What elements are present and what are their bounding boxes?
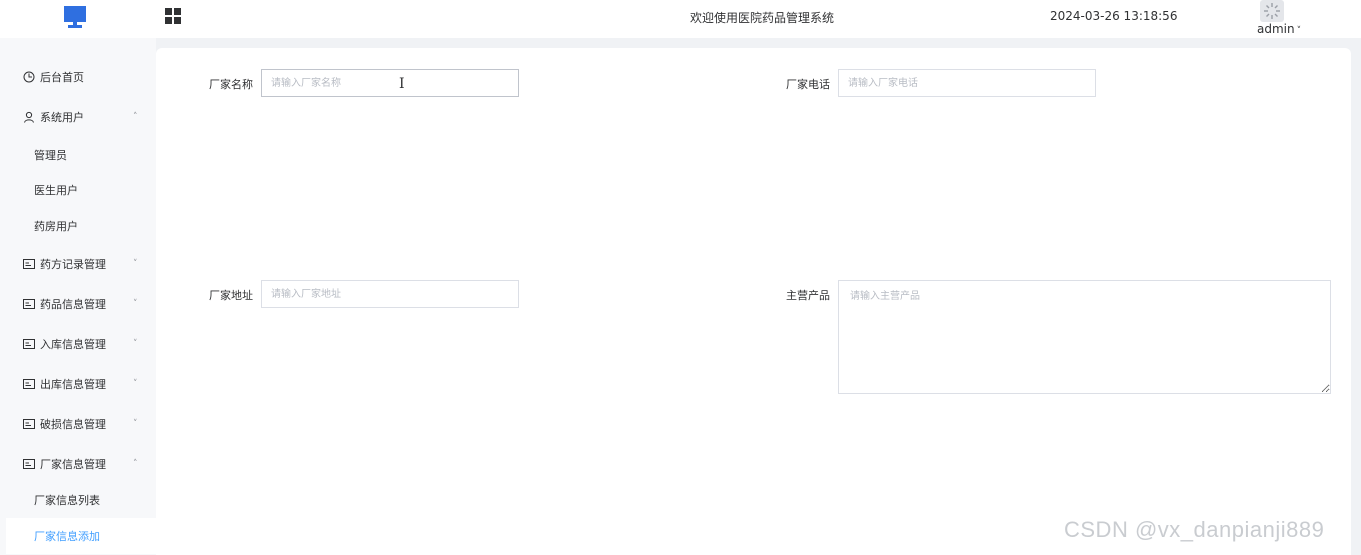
card-icon [22, 457, 36, 471]
sidebar-subitem-label: 管理员 [34, 149, 67, 162]
chevron-down-icon: ˅ [1296, 26, 1302, 36]
manufacturer-address-label: 厂家地址 [209, 289, 253, 302]
sidebar-item-manufacturer-info[interactable]: 厂家信息管理 ˄ [0, 444, 156, 484]
sidebar-item-damage-info[interactable]: 破损信息管理 ˅ [0, 404, 156, 444]
sidebar-item-label: 入库信息管理 [40, 338, 106, 351]
chevron-down-icon: ˅ [133, 259, 138, 269]
main-products-label: 主营产品 [786, 289, 830, 302]
card-icon [22, 297, 36, 311]
sidebar-item-label: 破损信息管理 [40, 418, 106, 431]
sidebar-item-label: 药方记录管理 [40, 258, 106, 271]
manufacturer-name-input[interactable] [261, 69, 519, 97]
sidebar-subitem-doctor-users[interactable]: 医生用户 [6, 172, 156, 208]
sidebar-item-stock-in[interactable]: 入库信息管理 ˅ [0, 324, 156, 364]
welcome-text: 欢迎使用医院药品管理系统 [690, 11, 835, 25]
chevron-down-icon: ˅ [133, 419, 138, 429]
sidebar-item-stock-out[interactable]: 出库信息管理 ˅ [0, 364, 156, 404]
clock-icon [22, 70, 36, 84]
sidebar-subitem-label: 药房用户 [34, 220, 78, 233]
chevron-down-icon: ˅ [133, 339, 138, 349]
user-menu[interactable]: admin ˅ [1257, 22, 1301, 36]
main-products-textarea[interactable] [838, 280, 1331, 394]
watermark: CSDN @vx_danpianji889 [1064, 517, 1325, 542]
current-datetime: 2024-03-26 13:18:56 [1050, 9, 1178, 23]
username: admin [1257, 22, 1295, 36]
user-avatar-icon[interactable] [1260, 0, 1284, 22]
sidebar-item-label: 药品信息管理 [40, 298, 106, 311]
manufacturer-name-label: 厂家名称 [209, 78, 253, 91]
sidebar-item-dashboard[interactable]: 后台首页 [0, 57, 156, 97]
sidebar-subitem-label: 厂家信息添加 [34, 530, 100, 543]
chevron-down-icon: ˅ [133, 379, 138, 389]
monitor-logo-icon [64, 6, 86, 31]
sidebar-subitem-manufacturer-list[interactable]: 厂家信息列表 [6, 482, 156, 518]
sidebar-item-system-users[interactable]: 系统用户 ˄ [0, 97, 156, 137]
sidebar-subitem-admin[interactable]: 管理员 [6, 137, 156, 173]
card-icon [22, 257, 36, 271]
sidebar-item-label: 系统用户 [40, 111, 84, 124]
sidebar-subitem-manufacturer-add[interactable]: 厂家信息添加 [6, 518, 156, 554]
sidebar-item-label: 出库信息管理 [40, 378, 106, 391]
sidebar-item-drug-info[interactable]: 药品信息管理 ˅ [0, 284, 156, 324]
manufacturer-address-input[interactable] [261, 280, 519, 308]
sidebar-item-label: 后台首页 [40, 71, 84, 84]
main-content: 厂家名称 厂家电话 厂家地址 主营产品 [156, 48, 1351, 555]
sidebar-item-prescription-records[interactable]: 药方记录管理 ˅ [0, 244, 156, 284]
chevron-up-icon: ˄ [133, 459, 138, 469]
card-icon [22, 337, 36, 351]
user-icon [22, 110, 36, 124]
sidebar-subitem-pharmacy-users[interactable]: 药房用户 [6, 208, 156, 244]
text-cursor-icon: I [399, 76, 405, 92]
card-icon [22, 417, 36, 431]
sidebar-subitem-label: 医生用户 [34, 184, 78, 197]
sidebar: 后台首页 系统用户 ˄ 管理员 医生用户 药房用户 药方记录管理 ˅ 药品信息管… [0, 38, 156, 555]
chevron-up-icon: ˄ [133, 112, 138, 122]
manufacturer-phone-input[interactable] [838, 69, 1096, 97]
manufacturer-phone-label: 厂家电话 [786, 78, 830, 91]
sidebar-item-label: 厂家信息管理 [40, 458, 106, 471]
card-icon [22, 377, 36, 391]
top-header: 欢迎使用医院药品管理系统 2024-03-26 13:18:56 admin ˅ [0, 0, 1361, 38]
chevron-down-icon: ˅ [133, 299, 138, 309]
apps-grid-icon[interactable] [165, 8, 181, 27]
sidebar-subitem-label: 厂家信息列表 [34, 494, 100, 507]
